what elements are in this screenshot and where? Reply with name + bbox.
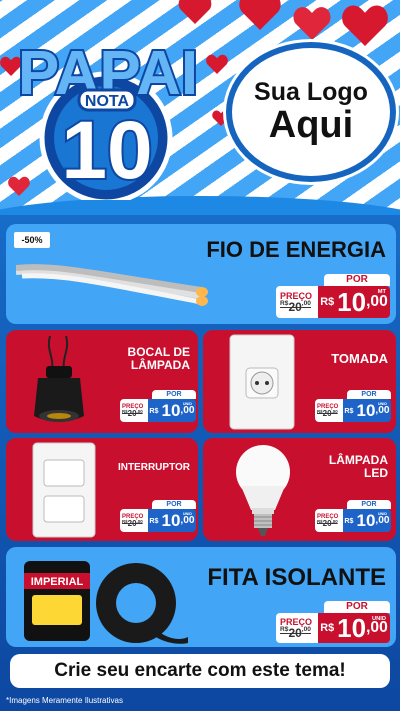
product-card-lampada-led: LÂMPADA LED POR PREÇO R$20,00 R$ 10,00 UN… <box>203 438 396 541</box>
por-label: POR <box>324 274 390 286</box>
product-name: LÂMPADA LED <box>328 453 388 481</box>
product-card-bocal: BOCAL DE LÂMPADA POR PREÇO R$20,00 R$ 10,… <box>6 330 198 433</box>
product-name: FITA ISOLANTE <box>207 564 386 591</box>
unit-label: MT <box>377 289 386 295</box>
old-price-value: R$20,00 <box>280 299 311 314</box>
price-tag: POR PREÇO R$20,00 R$ 10,00 MT <box>276 274 390 318</box>
old-price: PREÇO R$20,00 <box>120 399 148 422</box>
price-box: PREÇO R$20,00 R$ 10,00 MT <box>276 286 390 318</box>
product-name: FIO DE ENERGIA <box>206 237 386 262</box>
cta-banner[interactable]: Crie seu encarte com este tema! <box>10 654 390 688</box>
price-box: PREÇO R$20,00 R$ 10,00 UNID <box>120 399 196 422</box>
logo-placeholder: Sua Logo Aqui <box>226 42 396 182</box>
logo-line2: Aqui <box>268 104 354 147</box>
price-tag: POR PREÇO R$20,00 R$ 10,00 UNID <box>276 601 390 643</box>
product-name: INTERRUPTOR <box>117 462 190 473</box>
heart-icon <box>292 6 332 41</box>
product-card-interruptor: INTERRUPTOR POR PREÇO R$20,00 R$ 10,00 UN… <box>6 438 198 541</box>
insulating-tape-image: IMPERIAL <box>24 561 188 644</box>
price-tag: POR PREÇO R$20,00 R$ 10,00 UNID <box>315 500 391 532</box>
price-tag: POR PREÇO R$20,00 R$ 10,00 UNID <box>120 390 196 422</box>
product-card-fita-isolante: IMPERIAL FITA ISOLANTE POR PREÇO R$20,00… <box>6 547 396 647</box>
electric-cable-image <box>16 264 208 306</box>
product-card-fio-de-energia: -50% FIO DE ENERGIA POR PREÇO R$20,00 R$… <box>6 224 396 324</box>
logo-line1: Sua Logo <box>254 77 368 106</box>
heart-icon <box>238 0 282 30</box>
flyer-canvas: PAPAI NOTA 10 Sua Logo Aqui -50% FIO DE … <box>0 0 400 711</box>
price-tag: POR PREÇO R$20,00 R$ 10,00 UNID <box>315 390 391 422</box>
papai-nota-10-badge: PAPAI NOTA 10 <box>6 20 211 205</box>
header-banner: PAPAI NOTA 10 Sua Logo Aqui <box>0 0 400 215</box>
new-price: R$ 10,00 UNID <box>148 399 196 422</box>
light-switch-image <box>32 442 96 538</box>
product-card-tomada: TOMADA POR PREÇO R$20,00 R$ 10,00 UNID <box>203 330 396 433</box>
old-price: PREÇO R$20,00 <box>276 286 318 318</box>
lamp-socket-image <box>34 336 84 422</box>
por-label: POR <box>152 390 196 399</box>
product-name: BOCAL DE LÂMPADA <box>127 345 190 373</box>
disclaimer-text: *Imagens Meramente Ilustrativas <box>6 696 123 705</box>
tape-brand: IMPERIAL <box>31 576 84 588</box>
product-name: TOMADA <box>331 351 388 366</box>
led-bulb-image <box>236 445 290 536</box>
badge-number: 10 <box>61 105 152 196</box>
heart-icon <box>340 4 390 46</box>
wall-outlet-image <box>229 334 295 430</box>
new-price: R$ 10,00 MT <box>318 286 390 318</box>
price-tag: POR PREÇO R$20,00 R$ 10,00 UNID <box>120 500 196 532</box>
